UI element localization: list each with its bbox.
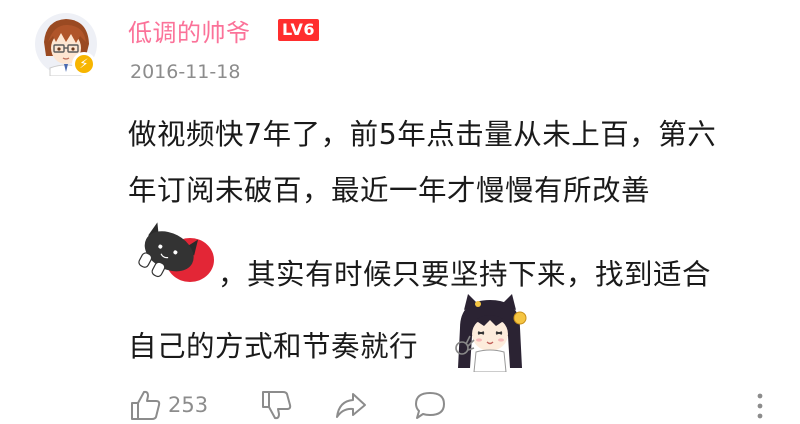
share-button[interactable] bbox=[333, 388, 369, 422]
comment-text-line: 年订阅未破百，最近一年才慢慢有所改善 bbox=[128, 174, 651, 207]
like-count: 253 bbox=[168, 393, 209, 417]
girl-ok-sticker-icon bbox=[450, 292, 530, 373]
cat-sticker-icon bbox=[130, 214, 214, 290]
username[interactable]: 低调的帅爷 bbox=[128, 13, 251, 48]
dislike-button[interactable] bbox=[259, 388, 293, 422]
thumbs-up-icon bbox=[131, 390, 161, 420]
vertical-dots-icon bbox=[757, 393, 763, 419]
thumbs-down-icon bbox=[262, 391, 292, 420]
comment-text-line: 做视频快7年了，前5年点击量从未上百，第六 bbox=[128, 118, 717, 151]
reply-button[interactable] bbox=[412, 388, 448, 422]
more-options-button[interactable] bbox=[754, 392, 766, 420]
comment-text-line: ，其实有时候只要坚持下来，找到适合 bbox=[218, 258, 712, 291]
comment-text-line: 自己的方式和节奏就行 bbox=[128, 330, 419, 363]
speech-bubble-icon bbox=[415, 392, 445, 419]
comment-actions: 253 bbox=[0, 384, 800, 424]
comment-date: 2016-11-18 bbox=[130, 61, 241, 83]
comment-item: ⚡ 低调的帅爷 LV6 2016-11-18 做视频快7年了，前5年点击量从未上… bbox=[0, 0, 800, 424]
level-badge: LV6 bbox=[278, 19, 320, 41]
like-button[interactable]: 253 bbox=[128, 388, 208, 422]
share-arrow-icon bbox=[336, 393, 366, 418]
verified-lightning-icon: ⚡ bbox=[72, 52, 96, 76]
